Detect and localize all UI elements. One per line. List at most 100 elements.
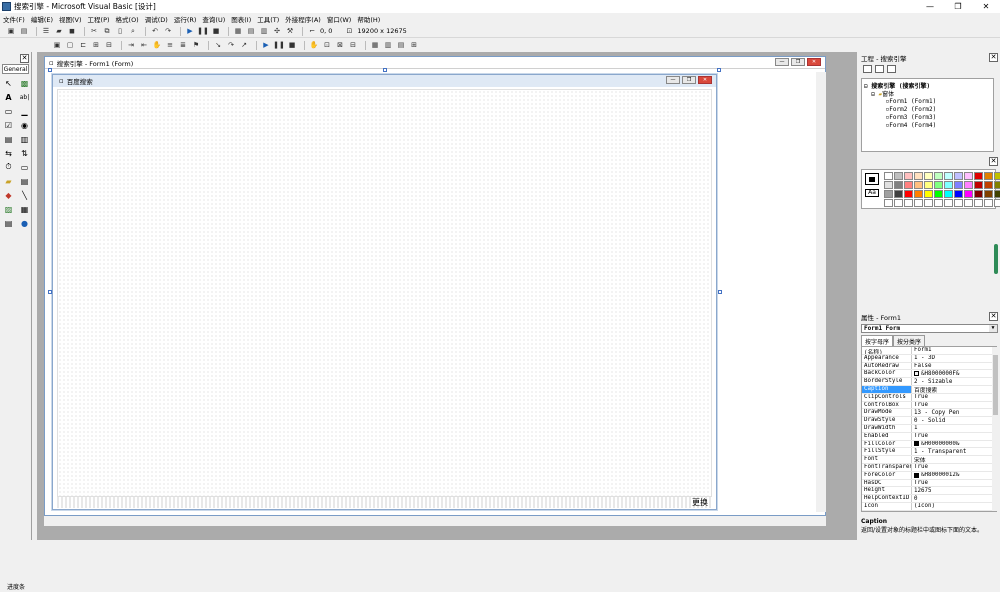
color-swatch[interactable] (904, 199, 913, 207)
tree-item-form4[interactable]: ▫Form4 (Form4) (864, 122, 991, 130)
color-swatch[interactable] (894, 199, 903, 207)
property-row[interactable]: (名称) Form1 (862, 347, 996, 355)
resize-handle-left[interactable] (48, 290, 52, 294)
property-value[interactable]: True (912, 464, 996, 471)
palette-close-icon[interactable]: ✕ (989, 157, 998, 166)
form-layout-icon[interactable]: ▥ (259, 27, 269, 36)
find-icon[interactable]: ⌕ (128, 27, 138, 36)
color-swatch[interactable] (884, 172, 893, 180)
group-icon[interactable]: ⊞ (409, 41, 419, 50)
color-swatch[interactable] (964, 181, 973, 189)
step-over-icon[interactable]: ↷ (226, 41, 236, 50)
add-project-icon[interactable]: ▣ (6, 27, 16, 36)
designer-vertical-scrollbar[interactable] (816, 72, 826, 512)
color-swatch[interactable] (984, 172, 993, 180)
color-swatch[interactable] (934, 172, 943, 180)
properties-close-icon[interactable]: ✕ (989, 312, 998, 321)
form1-canvas[interactable] (57, 89, 712, 497)
project-explorer-icon[interactable]: ▦ (233, 27, 243, 36)
menu-run[interactable]: 运行(R) (174, 14, 197, 24)
color-swatch[interactable] (884, 199, 893, 207)
property-row[interactable]: ControlBox True (862, 401, 996, 410)
property-row[interactable]: Height 12675 (862, 487, 996, 496)
menu-view[interactable]: 视图(V) (59, 14, 82, 24)
property-value[interactable]: &H00000000& (912, 441, 996, 448)
image-tool-icon[interactable]: ▨ (2, 203, 15, 215)
stop-icon[interactable]: ■ (211, 27, 221, 36)
view-object-icon[interactable] (875, 65, 884, 73)
color-swatch[interactable] (954, 199, 963, 207)
designer-maximize-button[interactable]: ❐ (791, 58, 805, 66)
dirlistbox-tool-icon[interactable]: ▰ (2, 175, 15, 187)
hscrollbar-tool-icon[interactable]: ⇆ (2, 147, 15, 159)
color-swatch[interactable] (944, 172, 953, 180)
line-tool-icon[interactable]: ╲ (18, 189, 31, 201)
color-swatch[interactable] (994, 199, 1000, 207)
property-value[interactable]: False (912, 363, 996, 370)
color-swatch[interactable] (974, 181, 983, 189)
locals-icon[interactable]: ✋ (309, 41, 319, 50)
color-swatch[interactable] (964, 190, 973, 198)
property-value[interactable]: 13 - Copy Pen (912, 409, 996, 416)
property-row[interactable]: Caption 百度搜索 (862, 385, 996, 394)
color-swatch[interactable] (884, 181, 893, 189)
property-row[interactable]: Font 宋体 (862, 456, 996, 464)
color-swatch[interactable] (944, 181, 953, 189)
property-row[interactable]: BackColor &H8000000F& (862, 370, 996, 379)
property-value[interactable]: 宋体 (912, 456, 996, 463)
property-row[interactable]: DrawStyle 0 - Solid (862, 417, 996, 425)
property-value[interactable]: True (912, 402, 996, 409)
close-button[interactable]: ✕ (972, 0, 1000, 13)
menu-file[interactable]: 文件(F) (3, 14, 25, 24)
menu-help[interactable]: 帮助(H) (357, 14, 380, 24)
tree-item-form3[interactable]: ▫Form3 (Form3) (864, 114, 991, 122)
property-row[interactable]: DrawWidth 1 (862, 424, 996, 433)
bookmark-icon[interactable]: ⚑ (191, 41, 201, 50)
property-value[interactable]: &H80000012& (912, 472, 996, 479)
save-icon[interactable]: ◼ (67, 27, 77, 36)
property-row[interactable]: Enabled True (862, 432, 996, 441)
indent-icon[interactable]: ⇥ (126, 41, 136, 50)
tree-root[interactable]: ⊟ 搜索引擎 (搜索引擎) (864, 81, 991, 90)
menu-format[interactable]: 格式(O) (116, 14, 139, 24)
filelistbox-tool-icon[interactable]: ▤ (18, 175, 31, 187)
cut-icon[interactable]: ✂ (89, 27, 99, 36)
quick-watch-icon[interactable]: ⊟ (348, 41, 358, 50)
property-value[interactable]: True (912, 433, 996, 440)
tree-item-form2[interactable]: ▫Form2 (Form2) (864, 106, 991, 114)
color-swatch[interactable] (904, 190, 913, 198)
color-swatch[interactable] (994, 190, 1000, 198)
pause-icon[interactable]: ❚❚ (197, 27, 209, 36)
color-swatch[interactable] (914, 190, 923, 198)
property-value[interactable]: 1 - 3D (912, 355, 996, 362)
property-value[interactable]: 0 - Solid (912, 417, 996, 424)
listbox-tool-icon[interactable]: ▥ (18, 133, 31, 145)
data-tool-icon[interactable]: ▦ (18, 203, 31, 215)
textbox-tool-icon[interactable]: ab| (18, 91, 31, 103)
checkbox-tool-icon[interactable]: ☑ (2, 119, 15, 131)
grid-icon[interactable]: ▥ (383, 41, 393, 50)
designer-close-button[interactable]: ✕ (807, 58, 821, 66)
property-value[interactable]: 百度搜索 (912, 386, 996, 393)
designer-minimize-button[interactable]: — (775, 58, 789, 66)
menu-project[interactable]: 工程(P) (88, 14, 110, 24)
maximize-button[interactable]: ❐ (944, 0, 972, 13)
property-row[interactable]: ForeColor &H80000012& (862, 471, 996, 480)
menu-edit[interactable]: 编辑(E) (31, 14, 53, 24)
color-swatch[interactable] (984, 190, 993, 198)
menu-addins[interactable]: 外接程序(A) (285, 14, 321, 24)
menu-tools[interactable]: 工具(T) (257, 14, 279, 24)
resize-handle-top-right[interactable] (717, 68, 721, 72)
ole-tool-icon[interactable]: ▤ (2, 217, 15, 229)
redo-icon[interactable]: ↷ (163, 27, 173, 36)
designer-horizontal-scrollbar[interactable] (44, 516, 826, 526)
color-swatch[interactable] (894, 190, 903, 198)
debug-stop-icon[interactable]: ■ (287, 41, 297, 50)
color-swatch[interactable] (884, 190, 893, 198)
color-swatch[interactable] (924, 199, 933, 207)
minimize-button[interactable]: — (916, 0, 944, 13)
object-browser-icon[interactable]: ✣ (272, 27, 282, 36)
property-row[interactable]: BorderStyle 2 - Sizable (862, 378, 996, 386)
color-swatch[interactable] (934, 190, 943, 198)
watch-icon[interactable]: ⊠ (335, 41, 345, 50)
